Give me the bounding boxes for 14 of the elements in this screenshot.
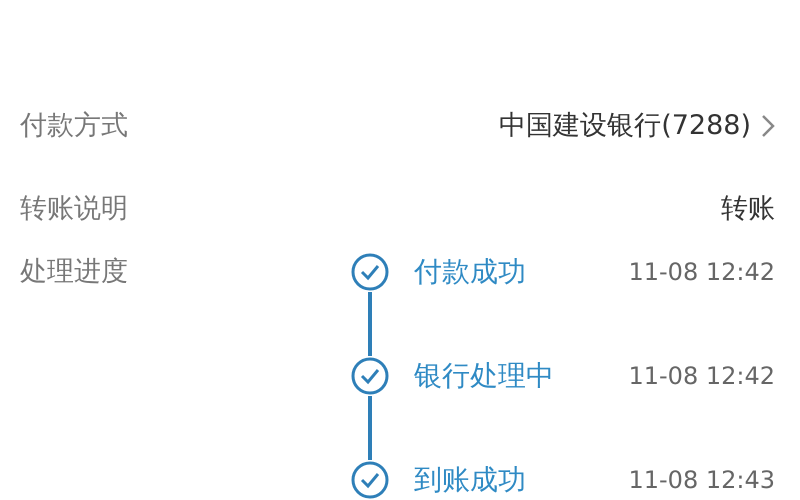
- chevron-icon: [761, 114, 775, 138]
- field-label: 处理进度: [20, 256, 128, 287]
- step-time: 11-08 12:42: [628, 361, 775, 392]
- step-status: 银行处理中: [414, 358, 554, 394]
- timeline-connector: [368, 292, 372, 356]
- step-status: 到账成功: [414, 462, 526, 498]
- step-time: 11-08 12:43: [628, 465, 775, 496]
- field-label: 付款方式: [20, 108, 128, 142]
- timeline-connector: [368, 396, 372, 460]
- step-time: 11-08 12:42: [628, 257, 775, 288]
- payment-method-link[interactable]: 中国建设银行(7288): [499, 106, 775, 146]
- field-value: 转账: [721, 192, 775, 226]
- field-label: 转账说明: [20, 192, 128, 226]
- step-status: 付款成功: [414, 254, 526, 290]
